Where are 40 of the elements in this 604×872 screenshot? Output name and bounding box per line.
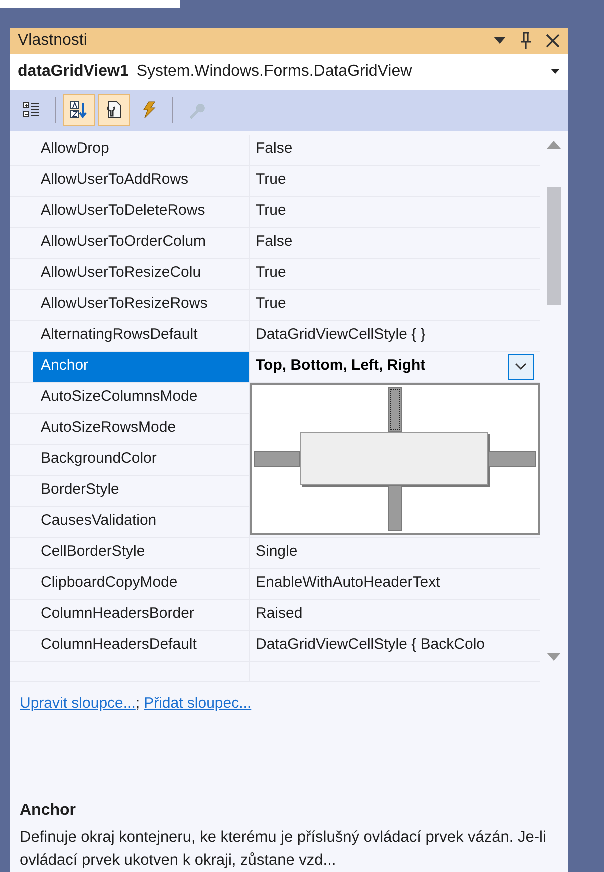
- dropdown-icon[interactable]: [494, 37, 506, 46]
- object-selector[interactable]: dataGridView1 System.Windows.Forms.DataGridView: [10, 54, 568, 90]
- property-page-icon: [105, 101, 123, 120]
- scroll-up-icon[interactable]: [547, 140, 561, 149]
- categorized-icon: [23, 101, 41, 120]
- property-value[interactable]: DataGridViewCellStyle { BackColo: [256, 634, 485, 657]
- property-value[interactable]: EnableWithAutoHeaderText: [256, 572, 440, 595]
- command-link[interactable]: Upravit sloupce...: [20, 694, 136, 712]
- object-type: System.Windows.Forms.DataGridView: [136, 62, 414, 82]
- property-value[interactable]: False: [256, 231, 293, 254]
- property-value[interactable]: True: [256, 293, 286, 316]
- pin-icon[interactable]: [520, 32, 532, 50]
- separator-text: ;: [136, 694, 140, 712]
- scroll-down-icon[interactable]: [547, 652, 561, 661]
- description-title: Anchor: [20, 801, 77, 822]
- top-anchor-bar[interactable]: [388, 386, 402, 432]
- property-value[interactable]: Top, Bottom, Left, Right: [256, 355, 426, 378]
- property-value[interactable]: True: [256, 169, 286, 192]
- property-value[interactable]: DataGridViewCellStyle { }: [256, 324, 426, 347]
- description-text: Definuje okraj kontejneru, ke kterému je příslušný ovládací prvek vázán. Je-li ovládací prvek ukotven k okraji, zůstane vzd...: [20, 828, 548, 871]
- caret-icon: [551, 69, 560, 74]
- scroll-thumb[interactable]: [547, 186, 561, 305]
- property-value[interactable]: Raised: [256, 603, 303, 626]
- close-icon[interactable]: [546, 34, 560, 48]
- dropdown-button[interactable]: [508, 354, 534, 380]
- property-value[interactable]: True: [256, 262, 286, 285]
- sort-az-icon: [70, 101, 88, 120]
- object-name: dataGridView1: [18, 62, 129, 82]
- property-value[interactable]: False: [256, 138, 293, 161]
- right-anchor-bar[interactable]: [488, 450, 536, 467]
- property-name[interactable]: Anchor: [33, 352, 250, 382]
- panel-title: Vlastnosti: [18, 31, 88, 52]
- wrench-icon: [187, 101, 205, 120]
- left-anchor-bar[interactable]: [254, 450, 300, 467]
- sort-az-button[interactable]: [63, 94, 95, 126]
- property-value[interactable]: True: [256, 200, 286, 223]
- chevron-down-icon: [515, 363, 527, 370]
- command-link[interactable]: Přidat sloupec...: [144, 694, 252, 712]
- property-page-button[interactable]: [98, 94, 130, 126]
- property-value[interactable]: Single: [256, 541, 298, 564]
